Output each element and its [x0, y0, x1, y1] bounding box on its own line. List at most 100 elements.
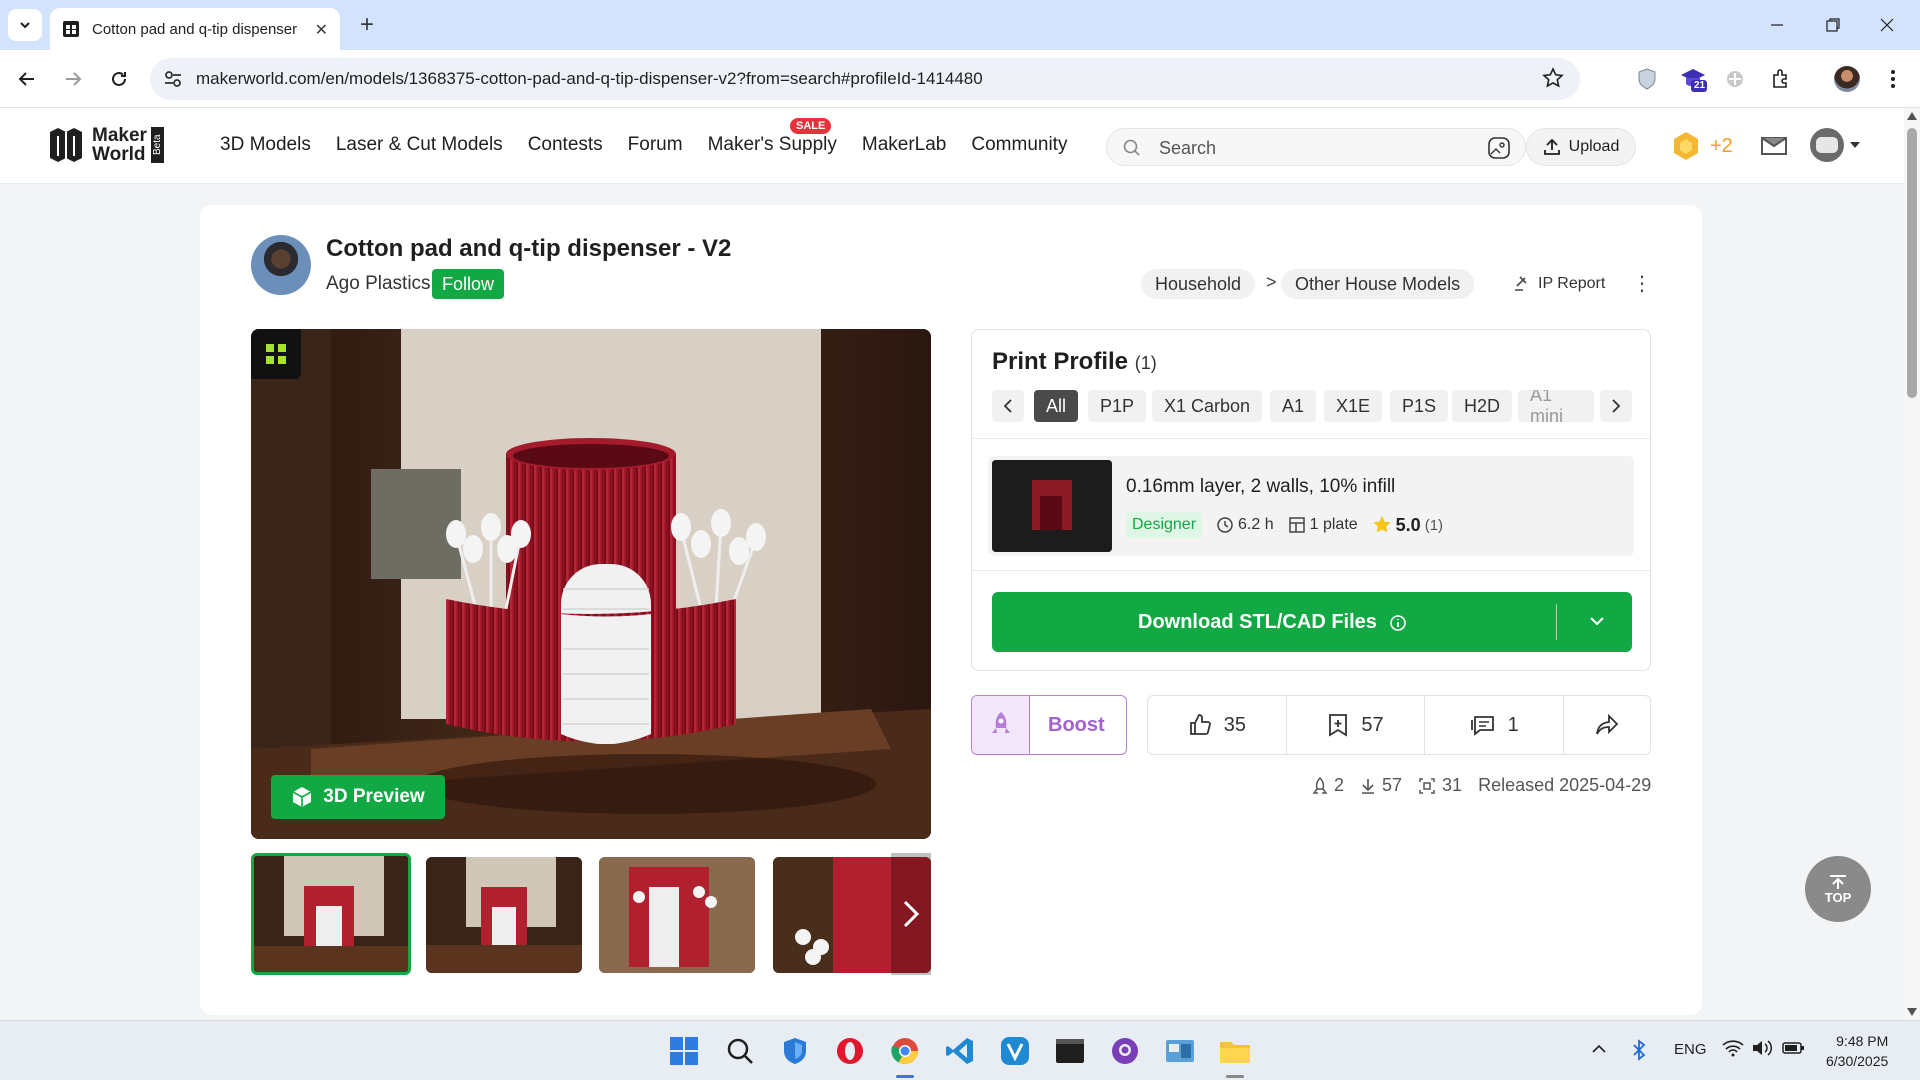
download-dropdown-icon[interactable]: [1588, 612, 1606, 630]
designer-name[interactable]: Ago Plastics: [326, 273, 431, 295]
system-clock[interactable]: 9:48 PM 6/30/2025: [1826, 1031, 1888, 1071]
boost-count-icon: [1312, 776, 1328, 794]
address-bar[interactable]: makerworld.com/en/models/1368375-cotton-…: [150, 58, 1580, 100]
tab-title: Cotton pad and q-tip dispenser: [92, 20, 298, 38]
nav-makerlab[interactable]: MakerLab: [862, 134, 947, 156]
volume-icon[interactable]: [1752, 1039, 1774, 1061]
thumbnail-3[interactable]: [599, 857, 755, 973]
print-profile-item[interactable]: 0.16mm layer, 2 walls, 10% infill Design…: [988, 456, 1634, 556]
nav-contests[interactable]: Contests: [528, 134, 603, 156]
makerworld-logo[interactable]: Maker World Beta: [48, 126, 164, 164]
new-tab-button[interactable]: +: [352, 10, 382, 40]
tab-search-button[interactable]: [8, 9, 42, 41]
terminal-icon[interactable]: [1052, 1033, 1088, 1069]
file-explorer-icon[interactable]: [1217, 1033, 1253, 1069]
forward-button[interactable]: [58, 64, 88, 94]
defender-shield-icon[interactable]: [777, 1033, 813, 1069]
site-info-icon[interactable]: [162, 68, 184, 90]
puzzle-gray-extension-icon[interactable]: [1720, 64, 1750, 94]
more-options-icon[interactable]: ⋮: [1632, 271, 1652, 296]
chrome-icon[interactable]: [887, 1033, 923, 1069]
breadcrumb-separator: >: [1266, 272, 1277, 292]
follow-button[interactable]: Follow: [432, 269, 504, 299]
control-panel-icon[interactable]: [1162, 1033, 1198, 1069]
print-profile-panel: Print Profile (1) All P1P X1 Carbon A1 X…: [971, 329, 1651, 671]
3d-preview-button[interactable]: 3D Preview: [271, 775, 445, 819]
tab-close-icon[interactable]: ✕: [315, 20, 328, 40]
points-display[interactable]: +2: [1670, 130, 1733, 162]
thumbnail-next-button[interactable]: [891, 853, 931, 975]
model-image-viewer[interactable]: 3D Preview: [251, 329, 931, 839]
reload-button[interactable]: [104, 64, 134, 94]
user-menu[interactable]: [1810, 128, 1860, 162]
filter-a1[interactable]: A1: [1270, 390, 1317, 422]
comment-button[interactable]: 1: [1425, 696, 1565, 754]
back-button[interactable]: [12, 64, 42, 94]
browser-tab-active[interactable]: Cotton pad and q-tip dispenser ✕: [50, 8, 340, 50]
shield-extension-icon[interactable]: [1632, 64, 1662, 94]
thumbnail-1[interactable]: [251, 853, 411, 975]
download-separator: [1556, 604, 1557, 640]
filter-all[interactable]: All: [1034, 390, 1079, 422]
boost-button[interactable]: Boost: [971, 695, 1127, 755]
tray-overflow-icon[interactable]: [1592, 1041, 1606, 1058]
user-avatar: [1810, 128, 1844, 162]
image-search-icon[interactable]: [1487, 136, 1511, 160]
windows-start-icon[interactable]: [666, 1033, 702, 1069]
back-to-top-button[interactable]: TOP: [1805, 856, 1871, 922]
nav-laser-cut-models[interactable]: Laser & Cut Models: [336, 134, 503, 156]
vivaldi-icon[interactable]: [997, 1033, 1033, 1069]
scrollbar-thumb[interactable]: [1907, 128, 1917, 398]
extensions-puzzle-icon[interactable]: [1766, 64, 1796, 94]
filter-p1s[interactable]: P1S: [1390, 390, 1449, 422]
filter-x1-carbon[interactable]: X1 Carbon: [1152, 390, 1263, 422]
language-indicator[interactable]: ENG: [1674, 1041, 1707, 1058]
browser-menu-icon[interactable]: [1878, 64, 1908, 94]
model-stats: 2 57 31 Released 2025-04-29: [1312, 775, 1651, 796]
inbox-icon[interactable]: [1760, 134, 1788, 163]
download-stl-button[interactable]: Download STL/CAD Files: [992, 592, 1632, 652]
scroll-up-icon[interactable]: [1907, 112, 1917, 120]
close-window-button[interactable]: [1872, 12, 1902, 38]
profile-avatar-icon[interactable]: [1832, 64, 1862, 94]
minimize-button[interactable]: [1762, 12, 1792, 38]
filter-x1e[interactable]: X1E: [1324, 390, 1383, 422]
nav-community[interactable]: Community: [971, 134, 1067, 156]
site-search-input[interactable]: Search: [1106, 128, 1526, 166]
windows-taskbar: ENG 9:48 PM 6/30/2025: [0, 1020, 1920, 1080]
bluetooth-icon[interactable]: [1632, 1039, 1646, 1065]
filter-next-button[interactable]: [1600, 390, 1632, 422]
restore-button[interactable]: [1818, 12, 1848, 38]
filter-p1p[interactable]: P1P: [1088, 390, 1147, 422]
vscode-icon[interactable]: [942, 1033, 978, 1069]
wifi-icon[interactable]: [1722, 1039, 1744, 1061]
like-button[interactable]: 35: [1148, 696, 1287, 754]
breadcrumb-household[interactable]: Household: [1141, 269, 1256, 299]
thumbnail-2[interactable]: [426, 857, 582, 973]
opera-icon[interactable]: [832, 1033, 868, 1069]
upload-button[interactable]: Upload: [1526, 128, 1636, 166]
filter-prev-button[interactable]: [992, 390, 1024, 422]
collect-button[interactable]: 57: [1287, 696, 1426, 754]
url-text: makerworld.com/en/models/1368375-cotton-…: [196, 69, 983, 88]
page-scrollbar[interactable]: [1904, 108, 1920, 1020]
nav-makers-supply[interactable]: Maker's Supply: [708, 134, 837, 156]
designer-avatar[interactable]: [251, 235, 311, 295]
filter-h2d[interactable]: H2D: [1452, 390, 1513, 422]
github-desktop-icon[interactable]: [1107, 1033, 1143, 1069]
nav-forum[interactable]: Forum: [628, 134, 683, 156]
graduation-extension-icon[interactable]: 21: [1678, 64, 1708, 94]
arrow-up-icon: [1830, 874, 1846, 889]
chevron-right-small-icon: [1612, 399, 1621, 413]
battery-icon[interactable]: [1782, 1039, 1806, 1061]
ip-report-button[interactable]: IP Report: [1512, 275, 1605, 293]
clock-icon: [1217, 517, 1233, 533]
taskbar-search-icon[interactable]: [722, 1033, 758, 1069]
scroll-down-icon[interactable]: [1907, 1008, 1917, 1016]
bookmark-star-icon[interactable]: [1542, 67, 1564, 89]
filter-a1-mini[interactable]: A1 mini: [1518, 390, 1594, 422]
nav-3d-models[interactable]: 3D Models: [220, 134, 311, 156]
share-button[interactable]: [1564, 696, 1650, 754]
reload-icon: [112, 71, 126, 86]
breadcrumb-other-house-models[interactable]: Other House Models: [1281, 269, 1475, 299]
